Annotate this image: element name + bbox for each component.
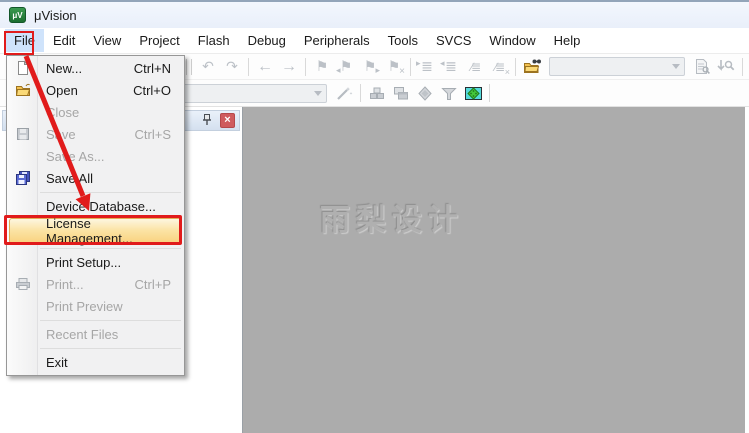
title-bar: μVision — [0, 2, 749, 28]
chevron-down-icon — [672, 64, 680, 69]
file-menu-item-print-setup[interactable]: Print Setup... — [7, 251, 184, 273]
manage-run-time-environment-icon[interactable] — [461, 84, 485, 103]
build-icon[interactable] — [365, 84, 389, 103]
menu-item-label: Device Database... — [46, 198, 156, 214]
menu-item-label: Print... — [46, 276, 84, 292]
filter-icon[interactable] — [437, 84, 461, 103]
menu-item-label: Print Preview — [46, 298, 123, 314]
file-menu-item-print-preview[interactable]: Print Preview — [7, 295, 184, 317]
window-title: μVision — [34, 7, 77, 23]
menubar-item-debug[interactable]: Debug — [239, 29, 295, 52]
file-menu-item-new[interactable]: New... Ctrl+N — [7, 57, 184, 79]
file-menu-item-close[interactable]: Close — [7, 101, 184, 123]
watermark-text: 雨梨设计 — [320, 204, 464, 237]
find-in-document-icon[interactable] — [690, 57, 714, 76]
file-menu-item-save[interactable]: Save Ctrl+S — [7, 123, 184, 145]
open-folder-icon — [7, 82, 38, 98]
file-menu-item-recent-files[interactable]: Recent Files — [7, 323, 184, 345]
menu-item-label: Exit — [46, 354, 68, 370]
menu-item-label: New... — [46, 60, 83, 76]
menubar: File Edit View Project Flash Debug Peripherals… — [0, 28, 749, 53]
menubar-item-edit[interactable]: Edit — [44, 29, 84, 52]
menu-item-label: Open — [46, 82, 78, 98]
menubar-item-svcs[interactable]: SVCS — [427, 29, 480, 52]
new-file-icon — [7, 60, 38, 76]
menu-item-shortcut: Ctrl+S — [134, 126, 171, 142]
find-in-files-icon[interactable] — [520, 57, 544, 76]
file-menu-item-save-all[interactable]: Save All — [7, 167, 184, 189]
editor-area: 雨梨设计 — [243, 107, 745, 433]
print-icon — [7, 276, 38, 292]
file-menu-item-open[interactable]: Open Ctrl+O — [7, 79, 184, 101]
menu-item-label: Close — [46, 104, 80, 120]
undo-icon[interactable] — [196, 57, 220, 76]
menu-item-label: Save All — [46, 170, 93, 186]
menu-item-shortcut: Ctrl+P — [134, 276, 171, 292]
uvision-window: μVision FileEditViewProjectFlashDebugPer… — [0, 0, 749, 433]
file-menu-dropdown: New... Ctrl+N Open Ctrl+O Close Save Ctrl+S Sav… — [6, 55, 185, 376]
toolbar-separator — [489, 84, 490, 102]
menu-separator — [40, 348, 181, 349]
menubar-item-file[interactable]: File — [5, 29, 44, 52]
bookmark-prev-icon[interactable] — [334, 57, 358, 76]
save-all-icon — [7, 170, 38, 186]
save-icon — [7, 126, 38, 142]
bookmark-next-icon[interactable] — [358, 57, 382, 76]
menubar-item-flash[interactable]: Flash — [189, 29, 239, 52]
outdent-icon[interactable] — [439, 57, 463, 76]
file-menu-item-device-database[interactable]: Device Database... — [7, 195, 184, 217]
menubar-item-view[interactable]: View — [84, 29, 130, 52]
menubar-items: File Edit View Project Flash Debug Peripherals… — [5, 29, 589, 52]
file-menu-item-save-as[interactable]: Save As... — [7, 145, 184, 167]
file-menu-item-exit[interactable]: Exit — [7, 351, 184, 373]
back-icon[interactable] — [253, 57, 277, 76]
menu-separator — [40, 192, 181, 193]
menu-item-shortcut: Ctrl+N — [133, 60, 171, 76]
file-menu-item-print[interactable]: Print... Ctrl+P — [7, 273, 184, 295]
menubar-item-tools[interactable]: Tools — [379, 29, 427, 52]
menu-item-label: Print Setup... — [46, 254, 122, 270]
menu-item-label: License Management... — [46, 216, 133, 246]
menu-separator — [40, 248, 181, 249]
comment-icon[interactable] — [463, 57, 487, 76]
menu-item-label: Save — [46, 126, 76, 142]
search-combobox[interactable] — [549, 57, 685, 76]
file-menu-item-license-management[interactable]: License Management... — [7, 216, 184, 246]
menubar-item-peripherals[interactable]: Peripherals — [295, 29, 379, 52]
right-edge-strip — [745, 107, 749, 433]
menubar-item-project[interactable]: Project — [130, 29, 188, 52]
toolbar-grip[interactable] — [186, 58, 192, 75]
batch-build-icon[interactable] — [389, 84, 413, 103]
main-toolbar-icons — [196, 57, 747, 77]
menu-separator — [40, 320, 181, 321]
uncomment-icon[interactable] — [487, 57, 511, 77]
toolbar-separator — [515, 57, 516, 76]
menubar-item-help[interactable]: Help — [545, 29, 590, 52]
menu-item-label: Save As... — [46, 148, 105, 164]
indent-icon[interactable] — [415, 57, 439, 76]
forward-icon[interactable] — [277, 57, 301, 76]
bookmark-toggle-icon[interactable] — [310, 57, 334, 76]
toolbar-separator — [360, 84, 361, 102]
incremental-find-icon[interactable] — [714, 57, 738, 76]
toolbar-separator — [305, 57, 306, 76]
chevron-down-icon — [314, 90, 322, 96]
redo-icon[interactable] — [220, 57, 244, 76]
download-icon[interactable] — [413, 84, 437, 103]
menubar-item-window[interactable]: Window — [480, 29, 544, 52]
close-panel-button[interactable] — [220, 113, 235, 128]
options-for-target-icon[interactable] — [332, 84, 356, 103]
menu-item-shortcut: Ctrl+O — [133, 82, 171, 98]
toolbar-separator — [742, 57, 743, 76]
toolbar-separator — [410, 57, 411, 76]
toolbar-separator — [248, 57, 249, 76]
pin-icon[interactable] — [201, 113, 213, 129]
bookmark-clear-icon[interactable] — [382, 57, 406, 77]
menu-item-label: Recent Files — [46, 326, 119, 342]
uvision-logo-icon — [9, 7, 26, 23]
